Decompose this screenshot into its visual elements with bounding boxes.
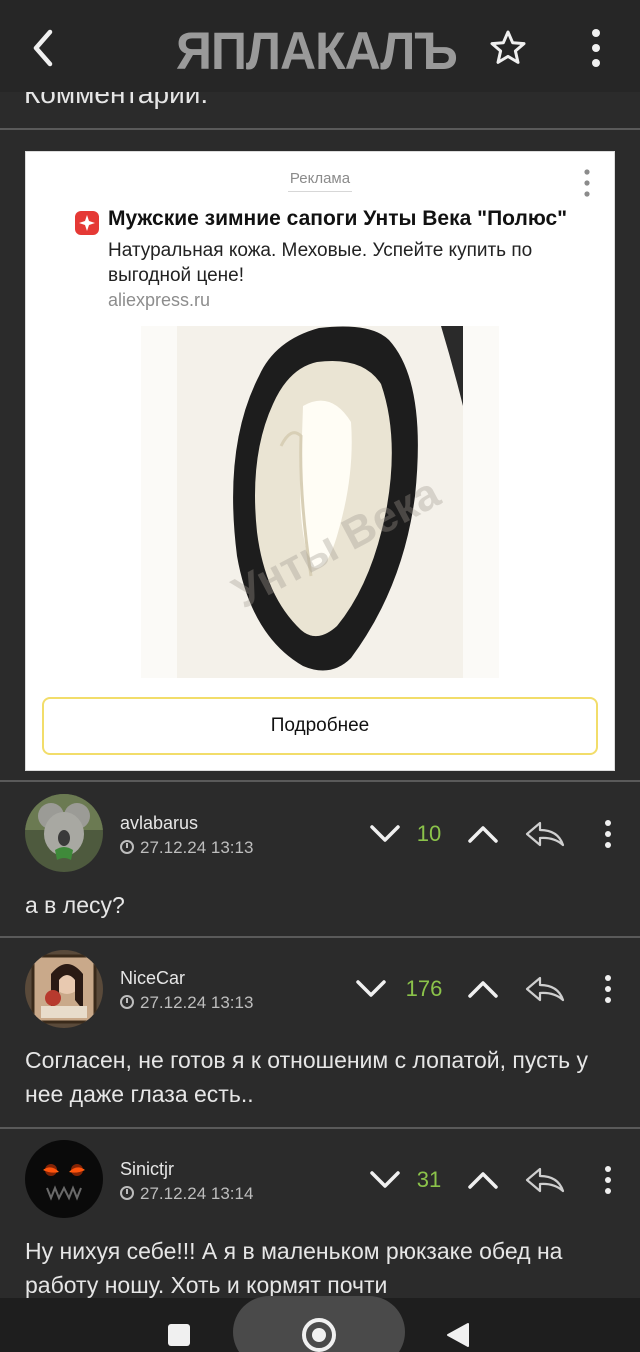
ad-product-image[interactable]: Унты Века xyxy=(141,326,499,678)
site-logo[interactable]: ЯПЛАКАЛЪ xyxy=(176,21,458,82)
reply-icon[interactable] xyxy=(524,974,566,1004)
divider xyxy=(0,780,640,782)
clock-icon xyxy=(120,840,134,854)
comment-menu-button[interactable] xyxy=(601,974,615,1004)
clock-icon xyxy=(120,1186,134,1200)
comment-score: 31 xyxy=(416,1167,442,1192)
vote-down-button[interactable] xyxy=(368,1168,402,1192)
vote-down-button[interactable] xyxy=(354,977,388,1001)
ad-domain[interactable]: aliexpress.ru xyxy=(108,290,210,311)
comment-menu-button[interactable] xyxy=(601,819,615,849)
back-button[interactable] xyxy=(24,26,64,70)
comment-username[interactable]: NiceCar xyxy=(120,968,185,989)
vote-down-button[interactable] xyxy=(368,822,402,846)
vote-up-button[interactable] xyxy=(466,1168,500,1192)
ad-menu-button[interactable] xyxy=(582,168,592,198)
comment-timestamp: 27.12.24 13:13 xyxy=(120,993,253,1013)
back-triangle-icon[interactable] xyxy=(446,1322,470,1348)
comment-score: 10 xyxy=(416,821,442,846)
comment-menu-button[interactable] xyxy=(601,1165,615,1195)
more-options-button[interactable] xyxy=(582,26,610,70)
comment-score: 176 xyxy=(405,976,443,1001)
favorite-button[interactable] xyxy=(488,28,528,68)
star-icon xyxy=(490,30,526,64)
recent-apps-icon[interactable] xyxy=(168,1324,190,1346)
ad-label: Реклама xyxy=(26,170,614,192)
chevron-left-icon xyxy=(33,29,53,67)
divider xyxy=(0,1127,640,1129)
ad-details-button[interactable]: Подробнее xyxy=(42,697,598,755)
divider xyxy=(0,128,640,130)
avatar[interactable] xyxy=(25,950,103,1028)
kebab-icon xyxy=(592,29,600,67)
comment-timestamp: 27.12.24 13:14 xyxy=(120,1184,253,1204)
avatar[interactable] xyxy=(25,1140,103,1218)
comment-username[interactable]: Sinictjr xyxy=(120,1159,174,1180)
reply-icon[interactable] xyxy=(524,819,566,849)
comment-timestamp: 27.12.24 13:13 xyxy=(120,838,253,858)
vote-up-button[interactable] xyxy=(466,822,500,846)
comment-text: Согласен, не готов я к отношеним с лопат… xyxy=(25,1047,589,1107)
ad-description: Натуральная кожа. Меховые. Успейте купит… xyxy=(108,240,533,286)
avatar[interactable] xyxy=(25,794,103,872)
comment-username[interactable]: avlabarus xyxy=(120,813,198,834)
reply-icon[interactable] xyxy=(524,1165,566,1195)
ad-card[interactable]: Реклама Мужские зимние сапоги Унты Века … xyxy=(25,151,615,771)
home-icon[interactable] xyxy=(302,1318,336,1352)
divider xyxy=(0,936,640,938)
aliexpress-logo-icon xyxy=(75,211,99,235)
ad-title[interactable]: Мужские зимние сапоги Унты Века "Полюс" xyxy=(108,207,567,231)
clock-icon xyxy=(120,995,134,1009)
kebab-icon xyxy=(584,169,590,197)
comment-text: Ну нихуя себе!!! А я в маленьком рюкзаке… xyxy=(25,1238,563,1298)
top-bar: ЯПЛАКАЛЪ xyxy=(0,0,640,92)
comment-text: а в лесу? xyxy=(25,892,125,918)
vote-up-button[interactable] xyxy=(466,977,500,1001)
